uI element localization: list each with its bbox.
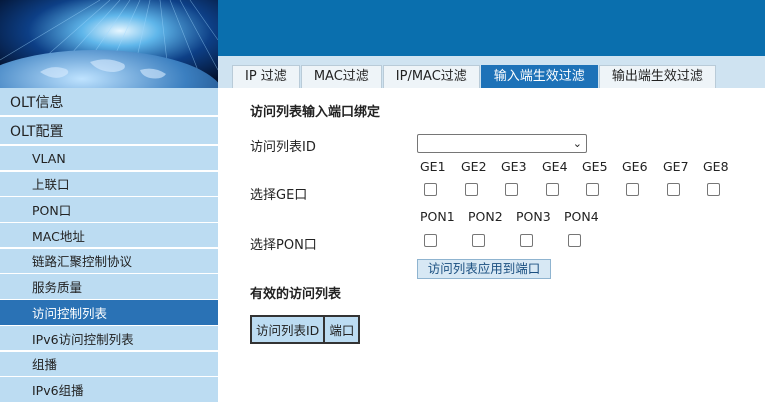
- sidebar: OLT信息 OLT配置 VLAN 上联口 PON口 MAC地址 链路汇聚控制协议…: [0, 88, 218, 404]
- ge-port-label-4: GE4: [542, 159, 568, 174]
- sidebar-item-ipv6-multicast[interactable]: IPv6组播: [0, 377, 218, 402]
- ge-port-label-8: GE8: [703, 159, 729, 174]
- ge-checkbox-7[interactable]: [667, 183, 680, 196]
- apply-acl-to-port-button[interactable]: 访问列表应用到端口: [417, 259, 551, 279]
- sidebar-item-olt-info[interactable]: OLT信息: [0, 88, 218, 115]
- ge-port-label-7: GE7: [663, 159, 689, 174]
- pon-checkbox-4[interactable]: [568, 234, 581, 247]
- ge-checkbox-1[interactable]: [424, 183, 437, 196]
- ge-checkbox-8[interactable]: [707, 183, 720, 196]
- tab-ingress-filter[interactable]: 输入端生效过滤: [480, 65, 598, 88]
- pon-port-label-3: PON3: [516, 209, 551, 224]
- pon-select-label: 选择PON口: [250, 238, 317, 253]
- tab-strip: IP 过滤 MAC过滤 IP/MAC过滤 输入端生效过滤 输出端生效过滤: [218, 56, 765, 88]
- sidebar-item-uplink-port[interactable]: 上联口: [0, 171, 218, 197]
- pon-port-label-2: PON2: [468, 209, 503, 224]
- sidebar-item-pon-port[interactable]: PON口: [0, 197, 218, 222]
- sidebar-item-qos[interactable]: 服务质量: [0, 274, 218, 299]
- acl-id-label: 访问列表ID: [250, 140, 316, 155]
- chevron-down-icon: ⌄: [572, 137, 582, 150]
- sidebar-item-vlan[interactable]: VLAN: [0, 146, 218, 171]
- ge-checkbox-3[interactable]: [505, 183, 518, 196]
- pon-checkbox-2[interactable]: [472, 234, 485, 247]
- ge-checkbox-4[interactable]: [546, 183, 559, 196]
- ge-port-label-5: GE5: [582, 159, 608, 174]
- pon-checkbox-1[interactable]: [424, 234, 437, 247]
- ge-port-label-6: GE6: [622, 159, 648, 174]
- tab-egress-filter[interactable]: 输出端生效过滤: [598, 65, 716, 88]
- tab-ip-filter[interactable]: IP 过滤: [232, 65, 300, 88]
- column-header-port: 端口: [323, 315, 361, 344]
- main-content: 访问列表输入端口绑定 访问列表ID ⌄ GE1 GE2 GE3 GE4 GE5 …: [218, 88, 765, 404]
- pon-port-label-1: PON1: [420, 209, 455, 224]
- sidebar-item-mac-address[interactable]: MAC地址: [0, 223, 218, 248]
- pon-port-label-4: PON4: [564, 209, 599, 224]
- sidebar-item-lacp[interactable]: 链路汇聚控制协议: [0, 248, 218, 274]
- sidebar-item-multicast[interactable]: 组播: [0, 351, 218, 376]
- ge-port-label-2: GE2: [461, 159, 487, 174]
- effective-acl-table: 访问列表ID 端口: [249, 315, 361, 344]
- sidebar-item-ipv6-acl[interactable]: IPv6访问控制列表: [0, 325, 218, 351]
- banner-globe-image: [0, 0, 218, 88]
- tab-ip-mac-filter[interactable]: IP/MAC过滤: [382, 65, 480, 88]
- ge-checkbox-5[interactable]: [586, 183, 599, 196]
- sidebar-item-olt-config[interactable]: OLT配置: [0, 117, 218, 144]
- ge-port-label-3: GE3: [501, 159, 527, 174]
- top-header-bar: [218, 0, 765, 56]
- pon-checkbox-3[interactable]: [520, 234, 533, 247]
- tab-mac-filter[interactable]: MAC过滤: [300, 65, 382, 88]
- ge-checkbox-6[interactable]: [626, 183, 639, 196]
- sidebar-item-acl[interactable]: 访问控制列表: [0, 300, 218, 325]
- ge-port-label-1: GE1: [420, 159, 446, 174]
- effective-acl-title: 有效的访问列表: [250, 287, 342, 302]
- ge-select-label: 选择GE口: [250, 188, 308, 203]
- acl-id-select[interactable]: ⌄: [417, 134, 587, 153]
- ge-checkbox-2[interactable]: [465, 183, 478, 196]
- column-header-acl-id: 访问列表ID: [249, 315, 326, 344]
- section-title-acl-binding: 访问列表输入端口绑定: [250, 105, 381, 120]
